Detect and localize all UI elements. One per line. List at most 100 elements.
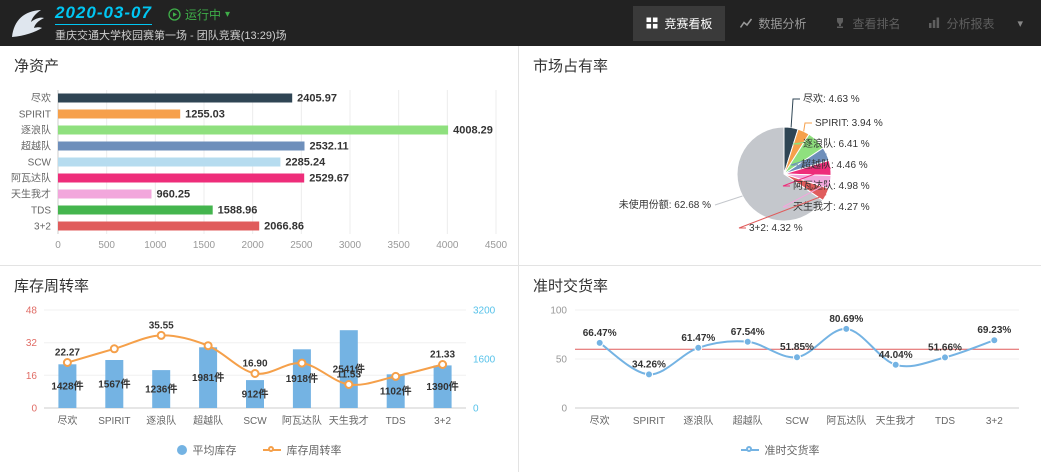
svg-text:SCW: SCW xyxy=(785,416,809,427)
svg-text:2529.67: 2529.67 xyxy=(309,173,349,185)
svg-text:天生我才: 天生我才 xyxy=(329,414,369,427)
svg-text:2532.11: 2532.11 xyxy=(309,141,348,153)
svg-text:960.25: 960.25 xyxy=(156,189,190,201)
inventory-title: 库存周转率 xyxy=(0,266,518,302)
orange-line-marker-icon xyxy=(263,449,281,451)
svg-text:1600: 1600 xyxy=(473,355,496,366)
status-label: 运行中 xyxy=(185,6,221,23)
delivery-chart: 050100尽欢SPIRIT逐浪队超越队SCW阿瓦达队天生我才TDS3+266.… xyxy=(519,302,1041,444)
svg-text:尽欢: 尽欢 xyxy=(590,414,610,427)
svg-text:阿瓦达队: 阿瓦达队 xyxy=(826,414,866,427)
svg-text:阿瓦达队: 阿瓦达队 xyxy=(282,414,322,427)
svg-text:未使用份额: 62.68 %: 未使用份额: 62.68 % xyxy=(619,198,711,211)
blue-dot-icon xyxy=(177,445,187,455)
svg-text:912件: 912件 xyxy=(242,388,269,401)
svg-text:0: 0 xyxy=(55,240,61,251)
svg-text:逐浪队: 逐浪队 xyxy=(146,414,176,427)
legend-avg-inventory[interactable]: 平均库存 xyxy=(177,442,237,458)
svg-text:1588.96: 1588.96 xyxy=(218,205,258,217)
svg-text:16: 16 xyxy=(26,371,38,382)
delivery-panel: 准时交货率 050100尽欢SPIRIT逐浪队超越队SCW阿瓦达队天生我才TDS… xyxy=(519,266,1041,472)
legend-inventory-turnover[interactable]: 库存周转率 xyxy=(263,442,342,458)
net-assets-panel: 净资产 050010001500200025003000350040004500… xyxy=(0,46,518,265)
net-assets-chart: 050010001500200025003000350040004500尽欢24… xyxy=(0,82,518,260)
chevron-down-icon: ▾ xyxy=(225,9,230,20)
main-nav: 竞赛看板 数据分析 查看排名 分析报表 ▾ xyxy=(633,0,1031,46)
svg-text:48: 48 xyxy=(26,306,38,317)
svg-text:尽欢: 尽欢 xyxy=(57,414,77,427)
svg-text:超越队: 超越队 xyxy=(193,414,223,427)
svg-text:2405.97: 2405.97 xyxy=(297,93,337,105)
match-date: 2020-03-07 xyxy=(55,3,152,25)
nav-competition-dashboard[interactable]: 竞赛看板 xyxy=(633,6,725,41)
trophy-icon xyxy=(834,17,846,29)
svg-text:尽欢: 4.63 %: 尽欢: 4.63 % xyxy=(803,92,860,105)
svg-text:逐浪队: 逐浪队 xyxy=(683,414,713,427)
svg-text:阿瓦达队: 4.98 %: 阿瓦达队: 4.98 % xyxy=(793,179,870,192)
nav-label: 数据分析 xyxy=(758,15,806,32)
nav-data-analysis[interactable]: 数据分析 xyxy=(727,6,819,41)
svg-text:天生我才: 天生我才 xyxy=(11,188,51,201)
top-header: 2020-03-07 运行中 ▾ 重庆交通大学校园赛第一场 - 团队竞赛(13:… xyxy=(0,0,1041,46)
svg-text:天生我才: 4.27 %: 天生我才: 4.27 % xyxy=(793,200,870,213)
svg-text:3500: 3500 xyxy=(388,240,411,251)
svg-text:1500: 1500 xyxy=(193,240,216,251)
svg-text:2285.24: 2285.24 xyxy=(285,157,326,169)
svg-text:35.55: 35.55 xyxy=(149,320,174,331)
legend-delivery-rate[interactable]: 准时交货率 xyxy=(741,442,820,458)
line-chart-icon xyxy=(740,17,752,29)
svg-text:34.26%: 34.26% xyxy=(632,359,666,370)
nav-label: 竞赛看板 xyxy=(664,15,712,32)
inventory-chart: 0163248016003200尽欢1428件SPIRIT1567件逐浪队123… xyxy=(0,302,518,444)
market-share-panel: 市场占有率 尽欢: 4.63 % SPIRIT: 3.94 % 逐浪队: 6.41 … xyxy=(519,46,1041,265)
delivery-legend: 准时交货率 xyxy=(519,442,1041,458)
svg-text:尽欢: 尽欢 xyxy=(31,92,51,105)
svg-text:0: 0 xyxy=(561,404,567,415)
svg-text:4000: 4000 xyxy=(436,240,459,251)
svg-text:1000: 1000 xyxy=(144,240,167,251)
svg-text:500: 500 xyxy=(98,240,115,251)
svg-text:2000: 2000 xyxy=(242,240,265,251)
svg-text:80.69%: 80.69% xyxy=(829,314,863,325)
svg-text:1102件: 1102件 xyxy=(380,385,412,398)
svg-text:逐浪队: 6.41 %: 逐浪队: 6.41 % xyxy=(803,137,870,150)
nav-chevron-down-icon[interactable]: ▾ xyxy=(1009,17,1031,30)
running-status-dropdown[interactable]: 运行中 ▾ xyxy=(168,6,230,23)
bar-chart-icon xyxy=(928,17,940,29)
svg-text:SPIRIT: 3.94 %: SPIRIT: 3.94 % xyxy=(815,118,883,129)
svg-text:1918件: 1918件 xyxy=(286,372,318,385)
market-share-title: 市场占有率 xyxy=(519,46,1041,82)
svg-text:69.23%: 69.23% xyxy=(977,325,1011,336)
svg-text:SPIRIT: SPIRIT xyxy=(98,416,130,427)
nav-view-ranking[interactable]: 查看排名 xyxy=(821,6,913,41)
svg-text:1981件: 1981件 xyxy=(192,371,224,384)
net-assets-title: 净资产 xyxy=(0,46,518,82)
delivery-title: 准时交货率 xyxy=(519,266,1041,302)
svg-text:21.33: 21.33 xyxy=(430,349,455,360)
market-share-chart: 尽欢: 4.63 %SPIRIT: 3.94 %逐浪队: 6.41 %超越队: … xyxy=(519,82,1041,260)
svg-text:1567件: 1567件 xyxy=(98,378,130,391)
legend-label: 准时交货率 xyxy=(765,442,820,458)
svg-text:1236件: 1236件 xyxy=(145,383,177,396)
svg-text:61.47%: 61.47% xyxy=(681,333,715,344)
inventory-panel: 库存周转率 0163248016003200尽欢1428件SPIRIT1567件… xyxy=(0,266,518,472)
svg-text:22.27: 22.27 xyxy=(55,348,80,359)
svg-text:3+2: 3+2 xyxy=(986,416,1003,427)
svg-text:1255.03: 1255.03 xyxy=(185,109,225,121)
svg-text:TDS: TDS xyxy=(935,416,955,427)
svg-text:44.04%: 44.04% xyxy=(879,350,913,361)
svg-text:阿瓦达队: 阿瓦达队 xyxy=(11,172,51,185)
svg-text:32: 32 xyxy=(26,338,38,349)
svg-text:3200: 3200 xyxy=(473,306,496,317)
inventory-legend: 平均库存 库存周转率 xyxy=(0,442,518,458)
svg-text:0: 0 xyxy=(473,404,479,415)
nav-analysis-report[interactable]: 分析报表 xyxy=(915,6,1007,41)
svg-text:4500: 4500 xyxy=(485,240,508,251)
svg-text:51.66%: 51.66% xyxy=(928,342,962,353)
nav-label: 查看排名 xyxy=(852,15,900,32)
svg-text:16.90: 16.90 xyxy=(242,358,267,369)
svg-text:逐浪队: 逐浪队 xyxy=(21,124,51,137)
svg-text:50: 50 xyxy=(556,355,568,366)
svg-text:SPIRIT: SPIRIT xyxy=(19,110,51,121)
svg-text:天生我才: 天生我才 xyxy=(876,414,916,427)
